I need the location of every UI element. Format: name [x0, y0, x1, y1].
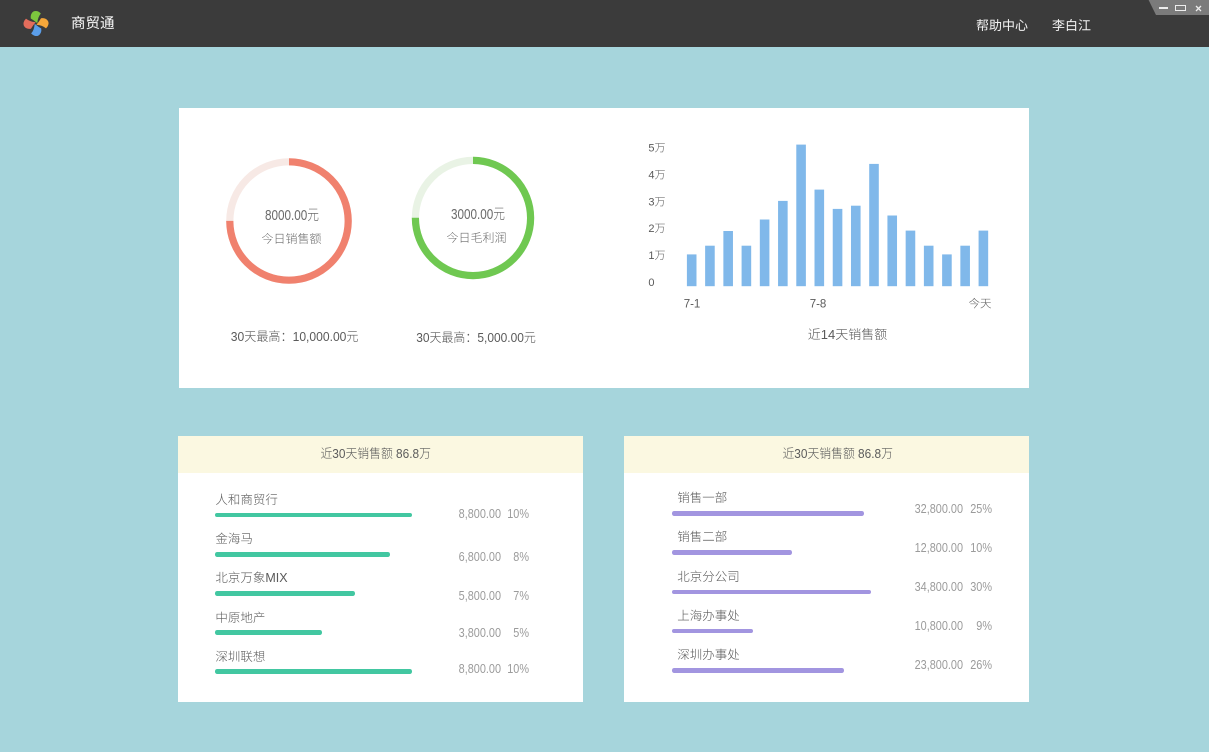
svg-text:4万: 4万 [648, 169, 665, 181]
svg-text:7-8: 7-8 [810, 299, 827, 311]
svg-text:0: 0 [648, 277, 654, 289]
svg-text:2万: 2万 [648, 223, 665, 235]
svg-text:3万: 3万 [648, 196, 665, 208]
svg-text:今天: 今天 [969, 298, 992, 311]
svg-text:5万: 5万 [648, 142, 665, 154]
svg-text:7-1: 7-1 [684, 299, 701, 311]
svg-text:1万: 1万 [648, 250, 665, 262]
